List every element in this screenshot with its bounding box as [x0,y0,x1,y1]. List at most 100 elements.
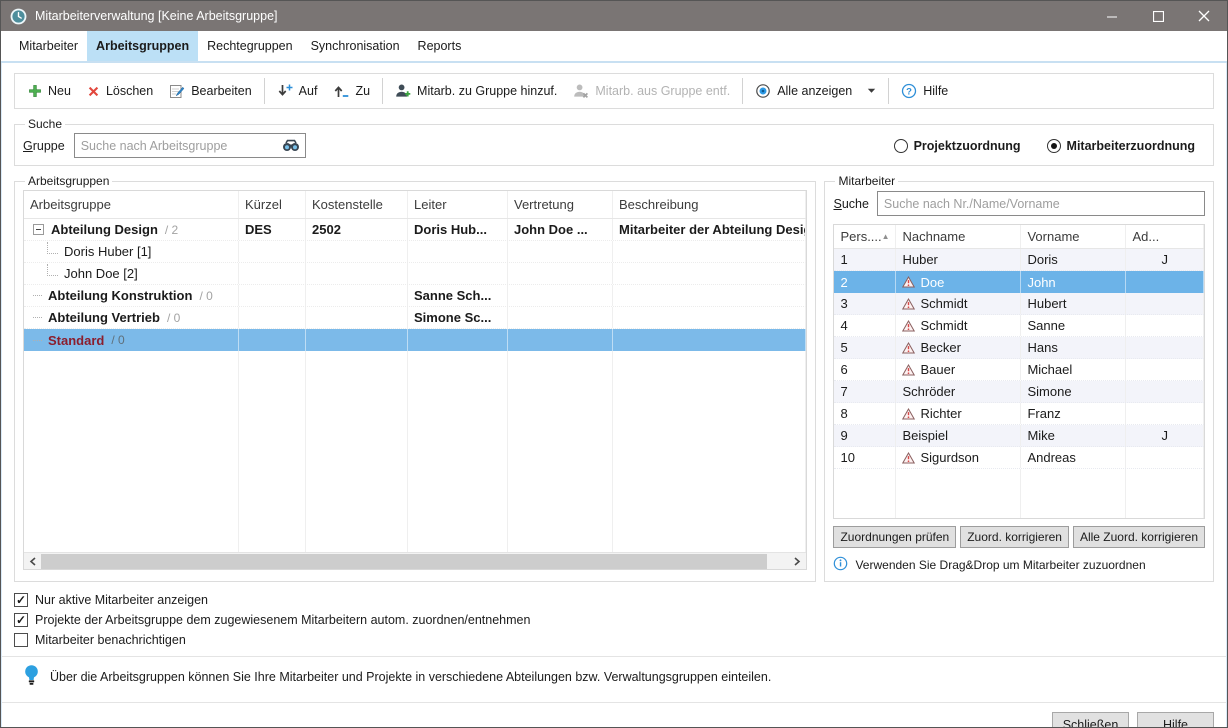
employee-address-cell: J [1126,425,1204,446]
employee-address-cell [1126,315,1204,336]
employee-lastname: Huber [902,252,937,267]
workgroup-member-row[interactable]: Doris Huber [1] [24,241,806,263]
toolbar-button-zu[interactable]: Zu [325,77,378,105]
column-header-arbeitsgruppe[interactable]: Arbeitsgruppe [24,191,239,218]
workgroup-row[interactable]: Standard/ 0 [24,329,806,351]
column-header-leiter[interactable]: Leiter [408,191,508,218]
column-header-kürzel[interactable]: Kürzel [239,191,306,218]
employee-search-input[interactable] [877,191,1205,216]
workgroup-name-cell: Abteilung Konstruktion/ 0 [24,285,239,306]
toolbar-button-alle-anzeigen[interactable]: Alle anzeigen [747,77,884,105]
toolbar-button-bearbeiten[interactable]: Bearbeiten [161,77,259,105]
maximize-button[interactable] [1135,1,1181,31]
employee-address-cell: J [1126,249,1204,270]
member-name: John Doe [2] [64,266,138,281]
toolbar-button-hilfe[interactable]: ?Hilfe [893,77,956,105]
employee-row[interactable]: 7SchröderSimone [834,381,1204,403]
toolbar-button-mitarb-zu-gruppe-hinzuf[interactable]: Mitarb. zu Gruppe hinzuf. [387,77,565,105]
scroll-left-arrow-icon[interactable] [24,553,41,570]
toolbar-separator [382,78,383,104]
plus-icon [28,84,42,98]
workgroup-name: Abteilung Konstruktion [48,288,192,303]
footer-buttons: Schließen Hilfe [14,703,1214,728]
employee-row[interactable]: 10SigurdsonAndreas [834,447,1204,469]
column-header-beschreibung[interactable]: Beschreibung [613,191,806,218]
employee-row[interactable]: 9BeispielMikeJ [834,425,1204,447]
column-header-vertretung[interactable]: Vertretung [508,191,613,218]
scrollbar-thumb[interactable] [41,554,767,569]
employee-number-cell: 6 [834,359,896,380]
column-header-pers[interactable]: Pers....▲ [834,225,896,248]
toolbar-button-label: Auf [299,84,318,98]
employee-row[interactable]: 8RichterFranz [834,403,1204,425]
workgroup-row[interactable]: Abteilung Vertrieb/ 0Simone Sc... [24,307,806,329]
table-empty-area [834,469,1204,518]
table-empty-area [24,351,806,569]
workgroup-row[interactable]: Abteilung Design/ 2DES2502Doris Hub...Jo… [24,219,806,241]
button-zuordnungen-prüfen[interactable]: Zuordnungen prüfen [833,526,956,548]
column-header-ad[interactable]: Ad... [1126,225,1204,248]
tab-reports[interactable]: Reports [409,31,471,61]
tab-synchronisation[interactable]: Synchronisation [302,31,409,61]
warning-icon [902,342,915,354]
employee-firstname-cell: Andreas [1021,447,1126,468]
workgroup-name-cell: Abteilung Vertrieb/ 0 [24,307,239,328]
radio-circle-icon[interactable] [894,139,908,153]
employee-row[interactable]: 5BeckerHans [834,337,1204,359]
tab-bar: MitarbeiterArbeitsgruppenRechtegruppenSy… [1,31,1227,63]
tab-mitarbeiter[interactable]: Mitarbeiter [10,31,87,61]
toolbar-button-neu[interactable]: Neu [20,77,79,105]
checkbox-icon[interactable] [14,633,28,647]
employee-row[interactable]: 4SchmidtSanne [834,315,1204,337]
employee-address-cell [1126,447,1204,468]
radio-label: Projektzuordnung [914,139,1021,153]
option-label: Mitarbeiter benachrichtigen [35,633,186,647]
column-header-nachname[interactable]: Nachname [896,225,1021,248]
checkbox-icon[interactable] [14,613,28,627]
option-nur-aktive-mitarbeiter-anzeigen[interactable]: Nur aktive Mitarbeiter anzeigen [14,590,1214,610]
collapse-expander-icon[interactable] [33,224,44,235]
radio-mitarbeiterzuordnung[interactable]: Mitarbeiterzuordnung [1047,139,1195,153]
button-zuord-korrigieren[interactable]: Zuord. korrigieren [960,526,1069,548]
workgroup-name: Abteilung Design [51,222,158,237]
horizontal-scrollbar[interactable] [24,552,806,569]
employee-number-cell: 1 [834,249,896,270]
employee-row[interactable]: 2DoeJohn [834,271,1204,293]
button-schließen[interactable]: Schließen [1052,712,1129,728]
workgroup-row[interactable]: Abteilung Konstruktion/ 0Sanne Sch... [24,285,806,307]
radio-projektzuordnung[interactable]: Projektzuordnung [894,139,1021,153]
minimize-button[interactable] [1089,1,1135,31]
employee-number-cell: 7 [834,381,896,402]
warning-icon [902,364,915,376]
toolbar-button-auf[interactable]: Auf [269,77,326,105]
checkbox-icon[interactable] [14,593,28,607]
employee-row[interactable]: 3SchmidtHubert [834,293,1204,315]
tree-stub [33,340,42,341]
workgroups-table: ArbeitsgruppeKürzelKostenstelleLeiterVer… [23,190,807,570]
option-mitarbeiter-benachrichtigen[interactable]: Mitarbeiter benachrichtigen [14,630,1214,650]
radio-circle-icon[interactable] [1047,139,1061,153]
column-header-vorname[interactable]: Vorname [1021,225,1126,248]
toolbar-button-löschen[interactable]: Löschen [79,77,161,105]
button-alle-zuord-korrigieren[interactable]: Alle Zuord. korrigieren [1073,526,1205,548]
group-search-input[interactable] [74,133,306,158]
chevron-down-icon[interactable] [867,88,876,94]
warning-icon [902,298,915,310]
employee-lastname-cell: Beispiel [896,425,1021,446]
toolbar-button-mitarb-aus-gruppe-entf: Mitarb. aus Gruppe entf. [565,77,738,105]
scroll-right-arrow-icon[interactable] [789,553,806,570]
employee-lastname: Richter [920,406,961,421]
tab-arbeitsgruppen[interactable]: Arbeitsgruppen [87,31,198,61]
employee-row[interactable]: 6BauerMichael [834,359,1204,381]
close-button[interactable] [1181,1,1227,31]
tab-rechtegruppen[interactable]: Rechtegruppen [198,31,301,61]
workgroup-vertretung-cell [508,241,613,262]
employee-row[interactable]: 1HuberDorisJ [834,249,1204,271]
employee-lastname-cell: Bauer [896,359,1021,380]
option-projekte-der-arbeitsgruppe-dem-zugewiese[interactable]: Projekte der Arbeitsgruppe dem zugewiese… [14,610,1214,630]
employee-number-cell: 5 [834,337,896,358]
column-header-kostenstelle[interactable]: Kostenstelle [306,191,408,218]
button-hilfe[interactable]: Hilfe [1137,712,1214,728]
workgroup-member-row[interactable]: John Doe [2] [24,263,806,285]
tree-stub [33,317,42,318]
